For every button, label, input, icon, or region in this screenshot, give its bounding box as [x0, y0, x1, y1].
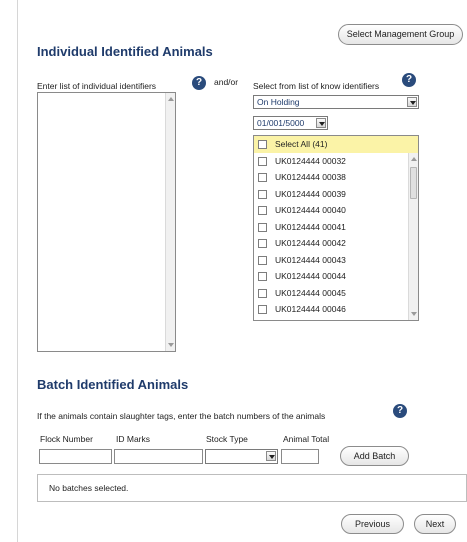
identifier-item[interactable]: UK0124444 00040: [254, 202, 418, 219]
id-marks-input[interactable]: [114, 449, 203, 464]
animal-total-input[interactable]: [281, 449, 319, 464]
identifier-label: UK0124444 00042: [275, 238, 346, 248]
identifier-checkbox[interactable]: [258, 189, 267, 199]
scroll-down-icon[interactable]: [168, 343, 174, 347]
identifier-checkbox[interactable]: [258, 156, 267, 166]
identifier-checkbox[interactable]: [258, 206, 267, 215]
identifier-item[interactable]: UK0124444 00032: [254, 153, 418, 170]
identifier-label: UK0124444 00040: [275, 205, 346, 215]
identifier-checkbox[interactable]: [258, 272, 267, 281]
enter-list-label: Enter list of individual identifiers: [37, 81, 157, 91]
identifier-label: UK0124444 00044: [275, 271, 346, 281]
identifier-label: UK0124444 00039: [275, 188, 346, 199]
previous-button[interactable]: Previous: [341, 514, 404, 534]
flock-number-label: Flock Number: [40, 434, 93, 444]
scroll-thumb[interactable]: [410, 167, 417, 199]
identifier-item[interactable]: UK0124444 00046: [254, 301, 418, 318]
batch-list: No batches selected.: [37, 474, 467, 502]
holding-select[interactable]: On Holding: [253, 95, 419, 109]
identifier-label: UK0124444 00038: [275, 172, 346, 182]
holding-code-value: 01/001/5000: [257, 118, 305, 128]
identifier-checkbox[interactable]: [258, 288, 267, 298]
identifier-label: UK0124444 00043: [275, 254, 346, 265]
select-from-help-icon[interactable]: ?: [402, 73, 416, 87]
identifier-list[interactable]: Select All (41) UK0124444 00032 UK012444…: [253, 135, 419, 321]
identifier-checkbox[interactable]: [258, 239, 267, 248]
add-batch-button[interactable]: Add Batch: [340, 446, 409, 466]
batch-help-icon[interactable]: ?: [393, 404, 407, 418]
chevron-down-icon[interactable]: [266, 451, 276, 461]
enter-list-help-icon[interactable]: ?: [192, 76, 206, 90]
identifier-item[interactable]: UK0124444 00045: [254, 285, 418, 302]
holding-select-value: On Holding: [257, 97, 300, 107]
flock-number-input[interactable]: [39, 449, 112, 464]
select-from-label: Select from list of know identifiers: [253, 81, 380, 91]
id-marks-label: ID Marks: [116, 434, 150, 444]
batch-instruction: If the animals contain slaughter tags, e…: [37, 411, 326, 421]
select-all-row[interactable]: Select All (41): [254, 136, 418, 153]
identifiers-textarea[interactable]: [37, 92, 176, 352]
stock-type-label: Stock Type: [206, 434, 248, 444]
batch-section-title: Batch Identified Animals: [37, 377, 189, 392]
identifier-list-scrollbar[interactable]: [408, 153, 418, 320]
identifier-label: UK0124444 00046: [275, 304, 346, 314]
identifier-checkbox[interactable]: [258, 173, 267, 182]
identifier-item[interactable]: UK0124444 00039: [254, 186, 418, 203]
identifier-checkbox[interactable]: [258, 255, 267, 265]
identifier-label: UK0124444 00045: [275, 287, 346, 298]
identifier-label: UK0124444 00041: [275, 221, 346, 232]
identifier-checkbox[interactable]: [258, 305, 267, 314]
select-all-label: Select All (41): [275, 139, 328, 149]
identifier-item[interactable]: UK0124444 00041: [254, 219, 418, 236]
holding-code-select[interactable]: 01/001/5000: [253, 116, 328, 130]
animal-total-label: Animal Total: [283, 434, 330, 444]
textarea-scrollbar[interactable]: [165, 93, 175, 351]
scroll-up-icon[interactable]: [411, 157, 417, 161]
select-management-group-button[interactable]: Select Management Group: [338, 24, 463, 45]
no-batches-message: No batches selected.: [49, 483, 129, 493]
select-all-checkbox[interactable]: [258, 140, 267, 149]
identifier-item[interactable]: UK0124444 00043: [254, 252, 418, 269]
chevron-down-icon[interactable]: [316, 118, 326, 128]
andor-label: and/or: [214, 77, 239, 87]
stock-type-select[interactable]: [205, 449, 278, 464]
scroll-down-icon[interactable]: [411, 312, 417, 316]
identifier-checkbox[interactable]: [258, 222, 267, 232]
individual-section-title: Individual Identified Animals: [37, 44, 213, 59]
next-button[interactable]: Next: [414, 514, 456, 534]
identifier-item[interactable]: UK0124444 00044: [254, 268, 418, 285]
identifier-label: UK0124444 00032: [275, 155, 346, 166]
scroll-up-icon[interactable]: [168, 97, 174, 101]
identifier-item[interactable]: UK0124444 00042: [254, 235, 418, 252]
left-divider: [17, 0, 18, 542]
identifier-item[interactable]: UK0124444 00038: [254, 169, 418, 186]
chevron-down-icon[interactable]: [407, 97, 417, 107]
